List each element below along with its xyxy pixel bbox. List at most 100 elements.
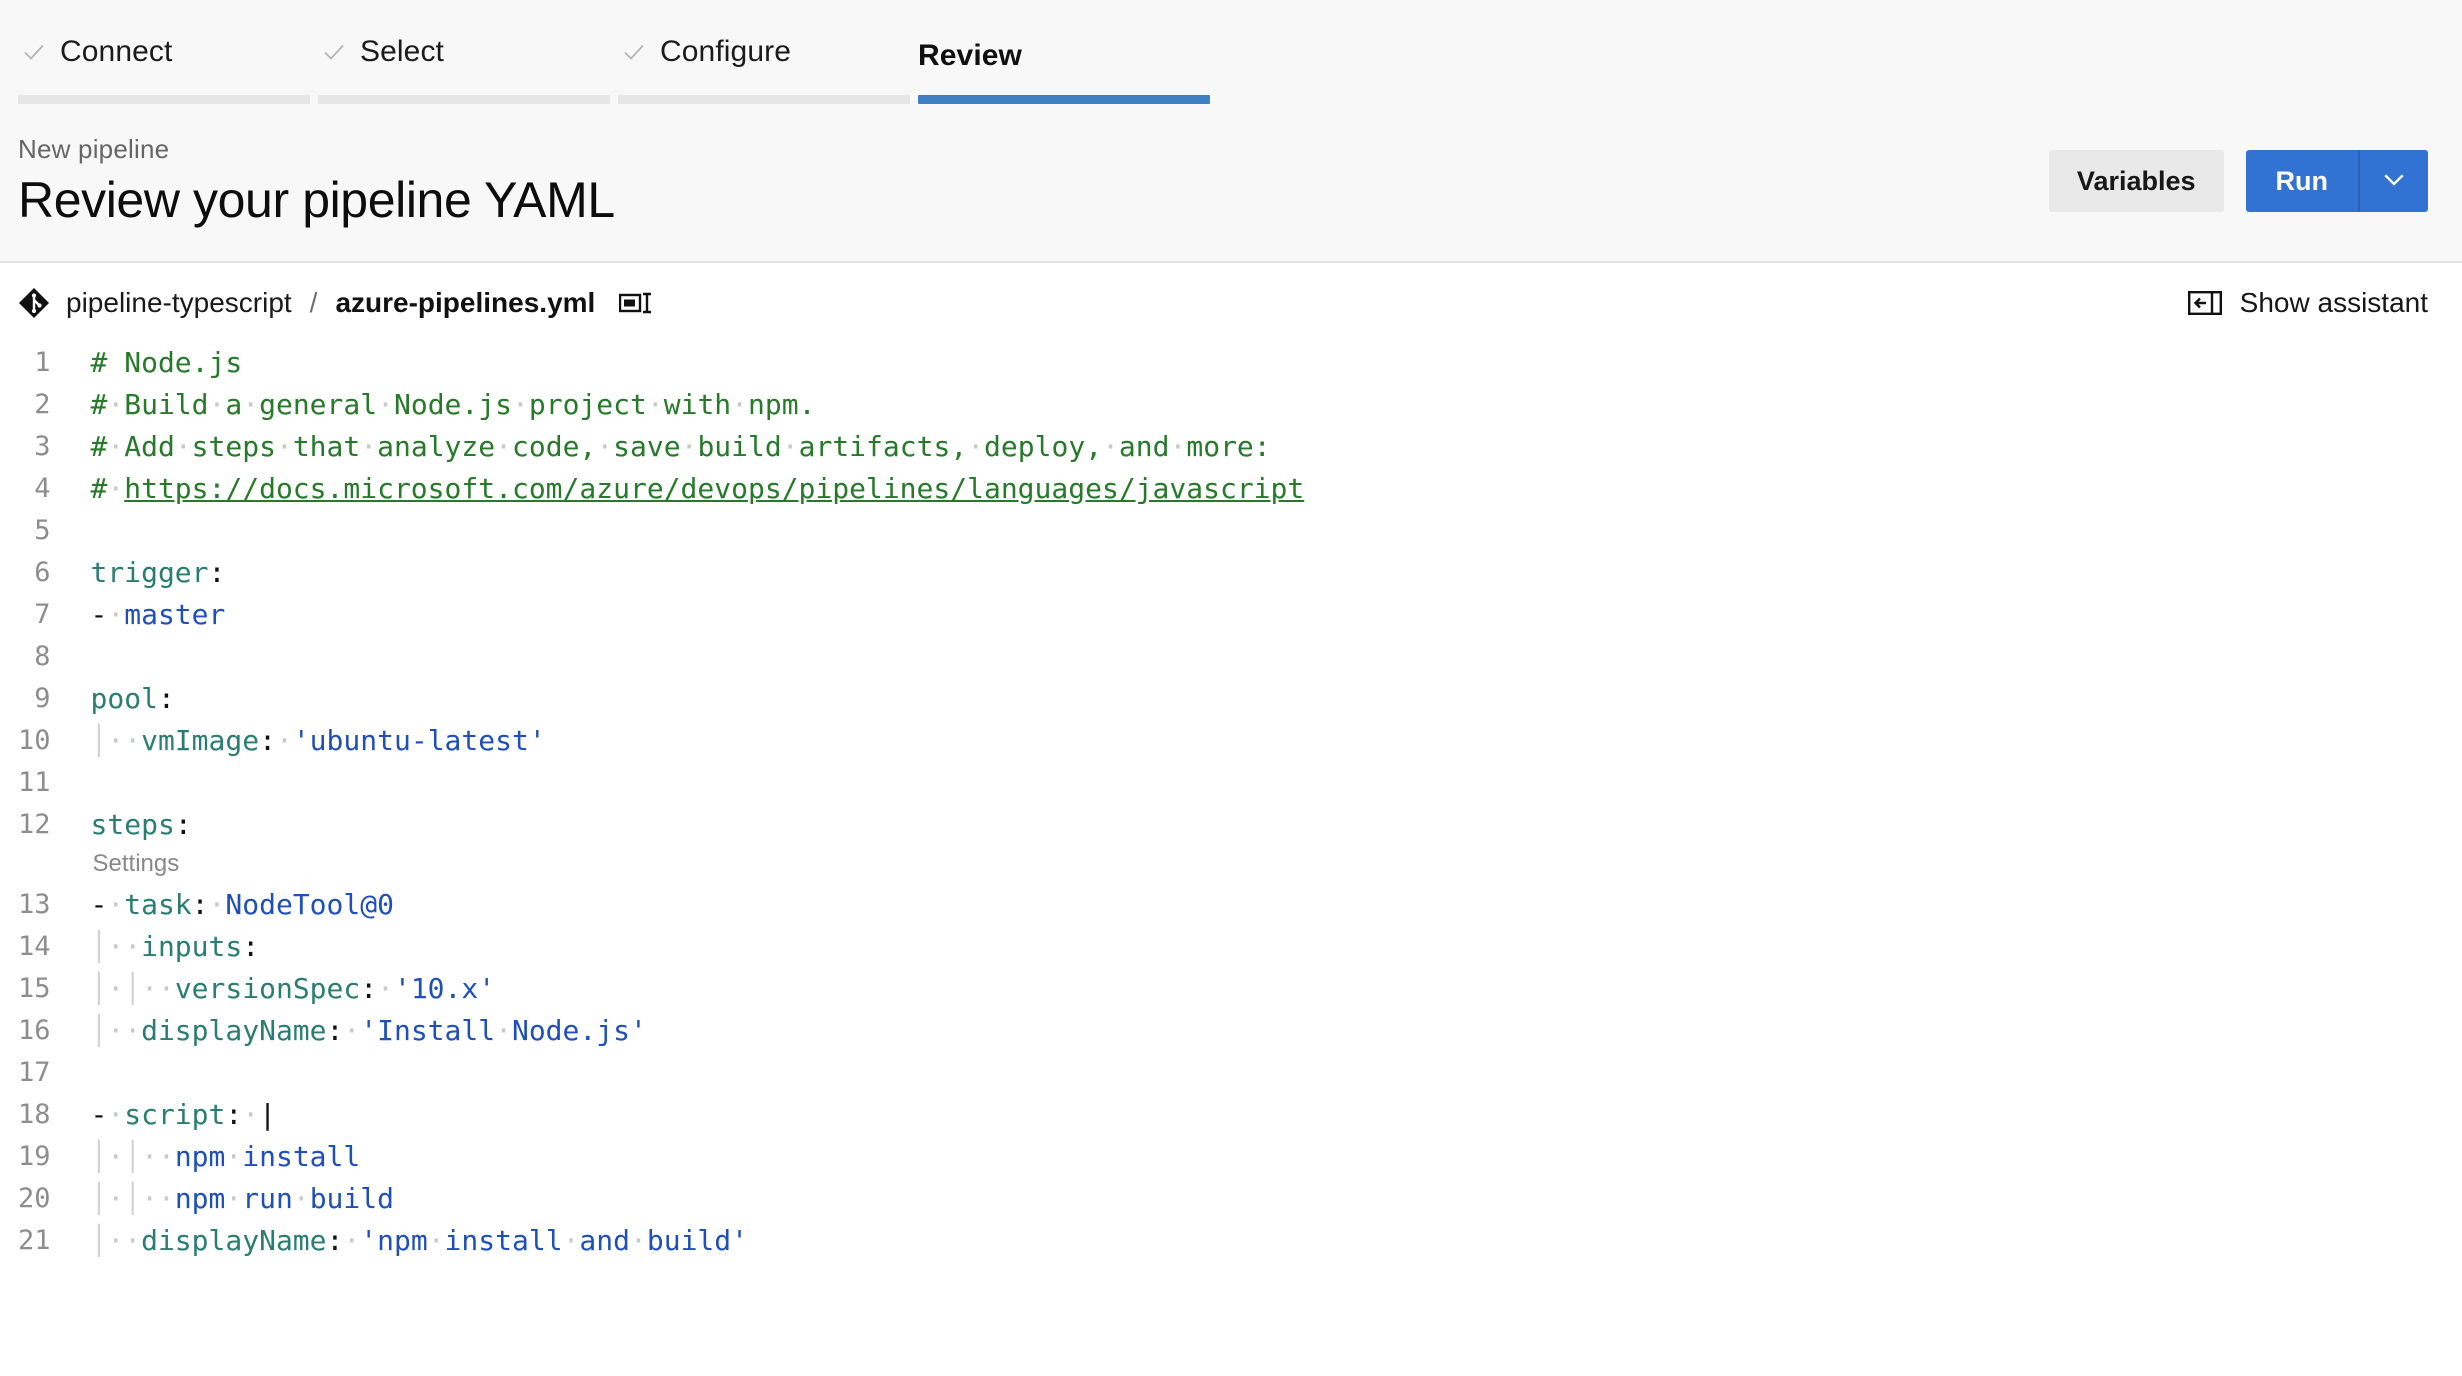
git-icon xyxy=(18,287,50,319)
wizard-step-review[interactable]: Review xyxy=(918,0,1218,104)
line-number: 4 xyxy=(18,467,91,509)
line-number: 3 xyxy=(18,425,91,467)
codelens-settings-link[interactable]: Settings xyxy=(91,845,1305,883)
chevron-down-icon xyxy=(2379,164,2409,199)
code-line[interactable]: # Node.js xyxy=(91,341,1305,383)
code-line[interactable] xyxy=(91,1051,1305,1093)
show-assistant-button[interactable]: Show assistant xyxy=(2188,287,2428,319)
check-icon xyxy=(22,40,46,64)
code-row: 18 -·script:·| xyxy=(18,1093,1304,1135)
code-line[interactable]: trigger: xyxy=(91,551,1305,593)
code-row: 1 # Node.js xyxy=(18,341,1304,383)
title-bar: New pipeline Review your pipeline YAML V… xyxy=(0,104,2462,261)
code-line[interactable]: -·script:·| xyxy=(91,1093,1305,1135)
pipeline-review-page: Connect Select Configure xyxy=(0,0,2462,1376)
code-row: 20 │·│··npm·run·build xyxy=(18,1177,1304,1219)
wizard-step-configure[interactable]: Configure xyxy=(618,0,918,104)
line-number: 13 xyxy=(18,883,91,925)
line-number: 9 xyxy=(18,677,91,719)
title-actions: Variables Run xyxy=(2049,134,2428,212)
breadcrumb-repo-name[interactable]: pipeline-typescript xyxy=(66,287,292,319)
code-row: 16 │··displayName:·'Install·Node.js' xyxy=(18,1009,1304,1051)
breadcrumb-new-pipeline: New pipeline xyxy=(18,134,615,165)
variables-button[interactable]: Variables xyxy=(2049,150,2224,212)
wizard-step-label: Select xyxy=(360,35,444,69)
page-title: Review your pipeline YAML xyxy=(18,173,615,227)
code-row: 8 xyxy=(18,635,1304,677)
breadcrumb: pipeline-typescript / azure-pipelines.ym… xyxy=(18,287,653,319)
code-row: 5 xyxy=(18,509,1304,551)
wizard-step-label: Review xyxy=(918,39,1022,73)
wizard-step-rule-active xyxy=(918,95,1210,104)
code-line[interactable]: steps: xyxy=(91,803,1305,845)
title-block: New pipeline Review your pipeline YAML xyxy=(18,134,615,227)
line-number: 20 xyxy=(18,1177,91,1219)
code-line[interactable]: #·Build·a·general·Node.js·project·with·n… xyxy=(91,383,1305,425)
code-row: 11 xyxy=(18,761,1304,803)
line-number: 17 xyxy=(18,1051,91,1093)
code-row: 9 pool: xyxy=(18,677,1304,719)
line-number: 1 xyxy=(18,341,91,383)
code-row: 6 trigger: xyxy=(18,551,1304,593)
code-line[interactable]: │·│··npm·run·build xyxy=(91,1177,1305,1219)
check-icon xyxy=(622,40,646,64)
line-number: 2 xyxy=(18,383,91,425)
wizard-step-configure-label-row: Configure xyxy=(618,35,918,95)
code-line[interactable]: │··vmImage:·'ubuntu-latest' xyxy=(91,719,1305,761)
code-line[interactable]: │·│··npm·install xyxy=(91,1135,1305,1177)
line-number: 11 xyxy=(18,761,91,803)
code-row: 13 -·task:·NodeTool@0 xyxy=(18,883,1304,925)
run-dropdown-button[interactable] xyxy=(2358,150,2428,212)
wizard-step-label: Connect xyxy=(60,35,172,69)
rename-icon[interactable] xyxy=(611,290,653,316)
breadcrumb-separator: / xyxy=(308,287,320,319)
code-line[interactable]: -·task:·NodeTool@0 xyxy=(91,883,1305,925)
code-row: 7 -·master xyxy=(18,593,1304,635)
line-number: 18 xyxy=(18,1093,91,1135)
line-number: 14 xyxy=(18,925,91,967)
run-split-button: Run xyxy=(2246,150,2428,212)
line-number: 8 xyxy=(18,635,91,677)
code-row: 12 steps: xyxy=(18,803,1304,845)
code-line[interactable]: #·https://docs.microsoft.com/azure/devop… xyxy=(91,467,1305,509)
yaml-editor[interactable]: 1 # Node.js 2 #·Build·a·general·Node.js·… xyxy=(0,341,2462,1261)
code-lines: 1 # Node.js 2 #·Build·a·general·Node.js·… xyxy=(18,341,1304,1261)
line-number: 15 xyxy=(18,967,91,1009)
codelens-row: Settings xyxy=(18,845,1304,883)
code-row: 2 #·Build·a·general·Node.js·project·with… xyxy=(18,383,1304,425)
line-number: 6 xyxy=(18,551,91,593)
code-line[interactable]: pool: xyxy=(91,677,1305,719)
code-row: 15 │·│··versionSpec:·'10.x' xyxy=(18,967,1304,1009)
code-line[interactable] xyxy=(91,761,1305,803)
show-panel-icon xyxy=(2188,290,2222,316)
header-zone: Connect Select Configure xyxy=(0,0,2462,263)
code-line[interactable]: -·master xyxy=(91,593,1305,635)
line-number: 5 xyxy=(18,509,91,551)
wizard-step-review-label-row: Review xyxy=(918,39,1218,95)
line-number: 10 xyxy=(18,719,91,761)
line-number: 19 xyxy=(18,1135,91,1177)
code-row: 14 │··inputs: xyxy=(18,925,1304,967)
wizard-step-connect-label-row: Connect xyxy=(18,35,318,95)
code-row: 17 xyxy=(18,1051,1304,1093)
breadcrumb-file-name: azure-pipelines.yml xyxy=(335,287,595,319)
wizard-step-connect[interactable]: Connect xyxy=(18,0,318,104)
docs-link[interactable]: https://docs.microsoft.com/azure/devops/… xyxy=(124,472,1304,505)
line-number: 7 xyxy=(18,593,91,635)
run-button[interactable]: Run xyxy=(2246,150,2358,212)
code-row: 4 #·https://docs.microsoft.com/azure/dev… xyxy=(18,467,1304,509)
wizard-step-select[interactable]: Select xyxy=(318,0,618,104)
line-number: 21 xyxy=(18,1219,91,1261)
code-line[interactable]: #·Add·steps·that·analyze·code,·save·buil… xyxy=(91,425,1305,467)
code-line[interactable]: │·│··versionSpec:·'10.x' xyxy=(91,967,1305,1009)
show-assistant-label: Show assistant xyxy=(2240,287,2428,319)
code-line[interactable]: │··displayName:·'npm·install·and·build' xyxy=(91,1219,1305,1261)
check-icon xyxy=(322,40,346,64)
code-row: 19 │·│··npm·install xyxy=(18,1135,1304,1177)
code-line[interactable] xyxy=(91,635,1305,677)
code-line[interactable] xyxy=(91,509,1305,551)
editor-header: pipeline-typescript / azure-pipelines.ym… xyxy=(0,263,2462,341)
code-line[interactable]: │··displayName:·'Install·Node.js' xyxy=(91,1009,1305,1051)
code-line[interactable]: │··inputs: xyxy=(91,925,1305,967)
wizard-step-rule xyxy=(318,95,610,104)
